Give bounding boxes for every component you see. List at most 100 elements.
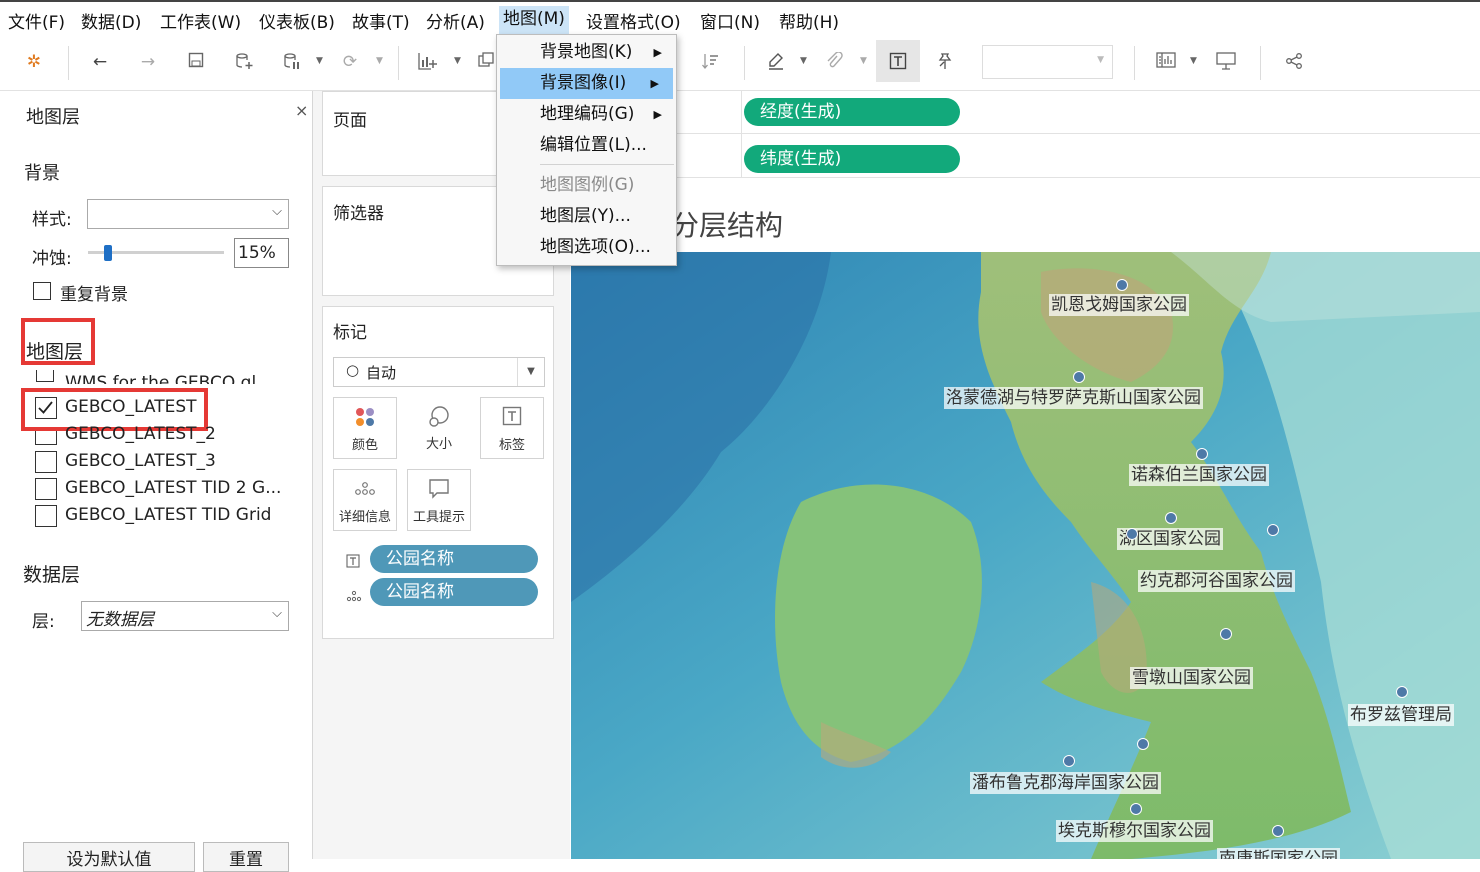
toolbar-divider (1134, 46, 1135, 80)
share-icon[interactable] (1284, 52, 1304, 72)
undo-icon[interactable]: ← (90, 52, 110, 72)
show-cards-icon[interactable] (1156, 52, 1176, 72)
show-mark-labels-icon[interactable] (876, 40, 920, 82)
menu-bar: 文件(F) 数据(D) 工作表(W) 仪表板(B) 故事(T) 分析(A) 地图… (0, 0, 1480, 34)
toolbar-divider (68, 46, 69, 80)
style-select[interactable]: ⌵ (87, 199, 289, 229)
menu-help[interactable]: 帮助(H) (779, 8, 839, 33)
park-label: 埃克斯穆尔国家公园 (1056, 820, 1213, 842)
marks-title: 标记 (333, 323, 367, 343)
map-layers-panel: 地图层 × 背景 样式: ⌵ 冲蚀: 15% 重复背景 地图层 WMS for … (0, 91, 313, 872)
mark-field-pill[interactable]: 公园名称 (370, 545, 538, 573)
new-worksheet-icon[interactable] (418, 52, 438, 72)
set-default-button[interactable]: 设为默认值 (23, 842, 195, 872)
new-datasource-icon[interactable] (234, 52, 254, 72)
park-mark[interactable] (1130, 803, 1142, 815)
menu-map[interactable]: 地图(M) (499, 6, 569, 34)
map-view[interactable]: 凯恩戈姆国家公园 洛蒙德湖与特罗萨克斯山国家公园 诺森伯兰国家公园 湖区国家公园 约克郡… (571, 252, 1480, 859)
highlight-dropdown-icon[interactable]: ▼ (800, 56, 807, 66)
fit-dropdown[interactable]: ▼ (982, 45, 1113, 79)
pause-dropdown-icon[interactable]: ▼ (316, 56, 323, 66)
tableau-logo-icon[interactable]: ✲ (24, 52, 44, 72)
duplicate-icon[interactable] (476, 52, 496, 72)
mark-field-pill[interactable]: 公园名称 (370, 578, 538, 606)
menu-item-edit-locations[interactable]: 编辑位置(L)... (497, 130, 676, 161)
layer-checkbox[interactable] (35, 505, 57, 527)
save-icon[interactable] (186, 52, 206, 72)
pause-updates-icon[interactable] (282, 52, 302, 72)
layer-label: 层: (32, 612, 55, 632)
menu-story[interactable]: 故事(T) (352, 8, 410, 33)
toolbar-divider (398, 46, 399, 80)
menu-item-background-maps[interactable]: 背景地图(K) ▶ (497, 37, 676, 68)
highlight-icon[interactable] (766, 52, 786, 72)
park-mark[interactable] (1063, 755, 1075, 767)
close-icon[interactable]: × (295, 101, 308, 120)
layer-checkbox[interactable] (35, 478, 57, 500)
menu-item-map-options[interactable]: 地图选项(O)... (497, 232, 676, 263)
washout-slider-thumb[interactable] (104, 245, 113, 261)
marks-card: 标记 ○ 自动 ▼ 颜色 大小 标签 详细信息 工具提示 公园名称 公园名称 (322, 306, 554, 639)
menu-window[interactable]: 窗口(N) (700, 8, 760, 33)
rows-field-pill[interactable]: 纬度(生成) (744, 145, 960, 173)
submenu-arrow-icon: ▶ (653, 46, 662, 59)
panel-title: 地图层 (26, 107, 80, 128)
data-layer-select[interactable]: 无数据层 ⌵ (81, 601, 289, 631)
repeat-background-checkbox[interactable] (33, 282, 51, 300)
park-label: 雪墩山国家公园 (1130, 667, 1253, 689)
layer-checkbox[interactable] (35, 431, 57, 445)
presentation-mode-icon[interactable] (1216, 52, 1236, 72)
detail-button[interactable]: 详细信息 (333, 469, 397, 531)
color-button[interactable]: 颜色 (333, 397, 397, 459)
sort-descending-icon[interactable] (700, 52, 720, 72)
park-mark[interactable] (1396, 686, 1408, 698)
reset-button[interactable]: 重置 (203, 842, 289, 872)
menu-worksheet[interactable]: 工作表(W) (160, 8, 241, 33)
layer-checkbox[interactable] (35, 451, 57, 473)
park-mark[interactable] (1126, 528, 1138, 540)
menu-item-geocoding[interactable]: 地理编码(G) ▶ (497, 99, 676, 130)
park-mark[interactable] (1220, 628, 1232, 640)
columns-field-pill[interactable]: 经度(生成) (744, 98, 960, 126)
group-dropdown-icon[interactable]: ▼ (860, 56, 867, 66)
new-sheet-dropdown-icon[interactable]: ▼ (454, 56, 461, 66)
park-mark[interactable] (1267, 524, 1279, 536)
refresh-dropdown-icon[interactable]: ▼ (376, 56, 383, 66)
park-mark[interactable] (1196, 448, 1208, 460)
menu-separator (540, 164, 674, 165)
cards-dropdown-icon[interactable]: ▼ (1190, 56, 1197, 66)
layer-label: WMS for the GEBCO gl... (65, 373, 273, 384)
park-mark[interactable] (1116, 279, 1128, 291)
park-mark[interactable] (1165, 512, 1177, 524)
chevron-down-icon: ⌵ (272, 204, 282, 219)
pin-axes-icon[interactable] (934, 52, 954, 72)
menu-item-map-layers[interactable]: 地图层(Y)... (497, 201, 676, 232)
group-members-icon[interactable] (824, 51, 844, 72)
mark-type-select[interactable]: ○ 自动 ▼ (333, 357, 545, 387)
data-layer-section-title: 数据层 (23, 564, 81, 586)
park-mark[interactable] (1137, 738, 1149, 750)
menu-item-label: 编辑位置(L)... (540, 135, 647, 155)
park-label: 约克郡河谷国家公园 (1138, 570, 1295, 592)
menu-format[interactable]: 设置格式(O) (586, 8, 681, 33)
menu-file[interactable]: 文件(F) (8, 8, 65, 33)
redo-icon[interactable]: → (138, 52, 158, 72)
label-button[interactable]: 标签 (480, 397, 544, 459)
park-label: 洛蒙德湖与特罗萨克斯山国家公园 (944, 387, 1203, 409)
layer-checkbox[interactable] (36, 370, 54, 382)
menu-item-background-images[interactable]: 背景图像(I) ▶ (500, 68, 673, 99)
tooltip-button[interactable]: 工具提示 (407, 469, 471, 531)
menu-item-map-legend: 地图图例(G) (497, 170, 676, 201)
menu-dashboard[interactable]: 仪表板(B) (259, 8, 335, 33)
washout-input[interactable]: 15% (234, 238, 289, 268)
toolbar-divider (1260, 46, 1261, 80)
refresh-icon[interactable]: ⟳ (340, 52, 360, 72)
park-mark[interactable] (1272, 825, 1284, 837)
pages-title: 页面 (333, 111, 367, 131)
size-button[interactable]: 大小 (407, 397, 471, 459)
menu-data[interactable]: 数据(D) (81, 8, 141, 33)
park-mark[interactable] (1073, 371, 1085, 383)
data-layer-select-value: 无数据层 (86, 610, 154, 630)
layer-label: GEBCO_LATEST TID Grid (65, 505, 272, 525)
menu-analysis[interactable]: 分析(A) (426, 8, 485, 33)
